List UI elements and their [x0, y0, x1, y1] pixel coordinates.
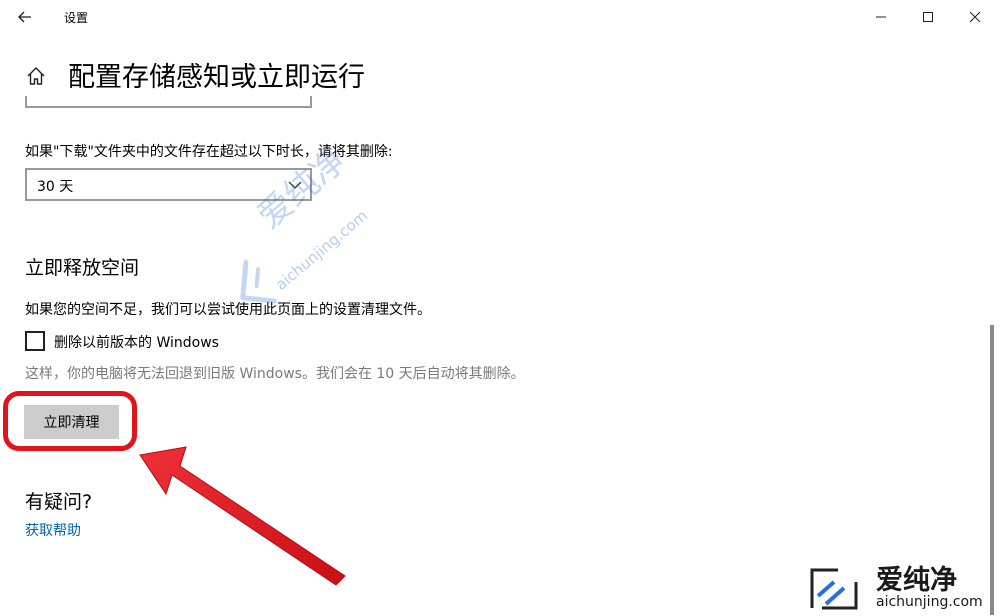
section-description: 如果您的空间不足，我们可以尝试使用此页面上的设置清理文件。	[25, 302, 431, 318]
previous-dropdown[interactable]	[25, 96, 312, 108]
watermark-corner: 爱纯净 aichunjing.com	[800, 558, 1000, 616]
chevron-down-icon	[288, 181, 302, 189]
section-title-free-space: 立即释放空间	[25, 257, 140, 279]
title-bar: 设置	[0, 0, 1000, 34]
back-button[interactable]	[14, 6, 36, 28]
dropdown-value: 30 天	[37, 179, 74, 195]
downloads-duration-dropdown[interactable]: 30 天	[25, 168, 312, 201]
minimize-icon	[876, 16, 886, 18]
maximize-button[interactable]	[905, 4, 951, 30]
watermark-corner-text-url: aichunjing.com	[876, 594, 983, 610]
maximize-icon	[923, 12, 933, 22]
checkbox-note: 这样，你的电脑将无法回退到旧版 Windows。我们会在 10 天后自动将其删除…	[25, 366, 525, 382]
clean-now-button[interactable]: 立即清理	[24, 405, 119, 439]
checkbox-label: 删除以前版本的 Windows	[54, 335, 219, 351]
home-icon	[27, 67, 45, 85]
delete-old-windows-checkbox[interactable]	[25, 331, 45, 351]
close-icon	[969, 11, 981, 23]
delete-old-windows-option[interactable]: 删除以前版本的 Windows	[25, 331, 285, 355]
page-title: 配置存储感知或立即运行	[68, 62, 365, 93]
arrow-left-icon	[18, 11, 31, 23]
app-title: 设置	[64, 11, 89, 25]
watermark-corner-text-cn: 爱纯净	[876, 565, 957, 596]
get-help-link[interactable]: 获取帮助	[25, 520, 81, 540]
page-header: 配置存储感知或立即运行	[0, 52, 900, 96]
home-button[interactable]	[25, 65, 47, 87]
watermark-text-url: aichunjing.com	[272, 206, 372, 294]
downloads-label: 如果"下载"文件夹中的文件存在超过以下时长，请将其删除:	[25, 144, 393, 160]
questions-title: 有疑问?	[25, 491, 93, 513]
close-button[interactable]	[952, 4, 998, 30]
watermark-corner-logo-icon	[810, 568, 858, 610]
minimize-button[interactable]	[858, 4, 904, 30]
